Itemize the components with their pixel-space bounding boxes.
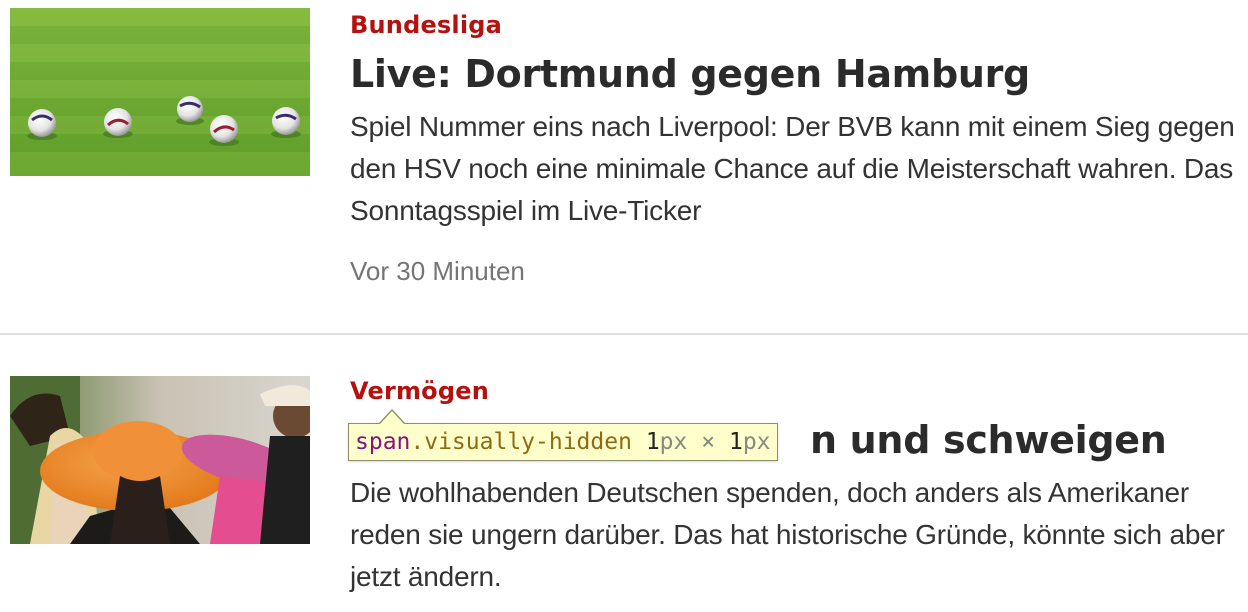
- article-text: Bundesliga Live: Dortmund gegen Hamburg …: [350, 10, 1240, 288]
- article-timestamp: Vor 30 Minuten: [350, 256, 525, 286]
- article-image[interactable]: [10, 376, 310, 544]
- article-kicker[interactable]: Bundesliga: [350, 10, 1240, 40]
- tooltip-height-unit: px: [742, 429, 771, 455]
- article-card[interactable]: Bundesliga Live: Dortmund gegen Hamburg …: [0, 0, 1248, 334]
- inspector-tooltip: span.visually-hidden 1px × 1px: [348, 423, 778, 461]
- article-kicker[interactable]: Vermögen: [350, 376, 1240, 406]
- article-teaser[interactable]: Die wohlhabenden Deutschen spenden, doch…: [350, 472, 1240, 598]
- tooltip-width: 1: [645, 429, 660, 455]
- tooltip-class: .visually-hidden: [410, 429, 632, 455]
- woman-in-orange-hat-image: [10, 376, 310, 544]
- article-image[interactable]: [10, 8, 310, 176]
- tooltip-separator: ×: [701, 429, 716, 455]
- article-teaser[interactable]: Spiel Nummer eins nach Liverpool: Der BV…: [350, 106, 1240, 232]
- tooltip-height: 1: [728, 429, 743, 455]
- article-card[interactable]: Vermögen n und schweigen Die wohlhabende…: [0, 334, 1248, 612]
- inspector-tooltip-arrow: [378, 409, 406, 425]
- tooltip-width-unit: px: [659, 429, 688, 455]
- article-text: Vermögen n und schweigen Die wohlhabende…: [350, 376, 1240, 598]
- soccer-balls-image: [10, 8, 310, 176]
- tooltip-tag: span: [355, 429, 411, 455]
- article-headline[interactable]: Live: Dortmund gegen Hamburg: [350, 50, 1240, 98]
